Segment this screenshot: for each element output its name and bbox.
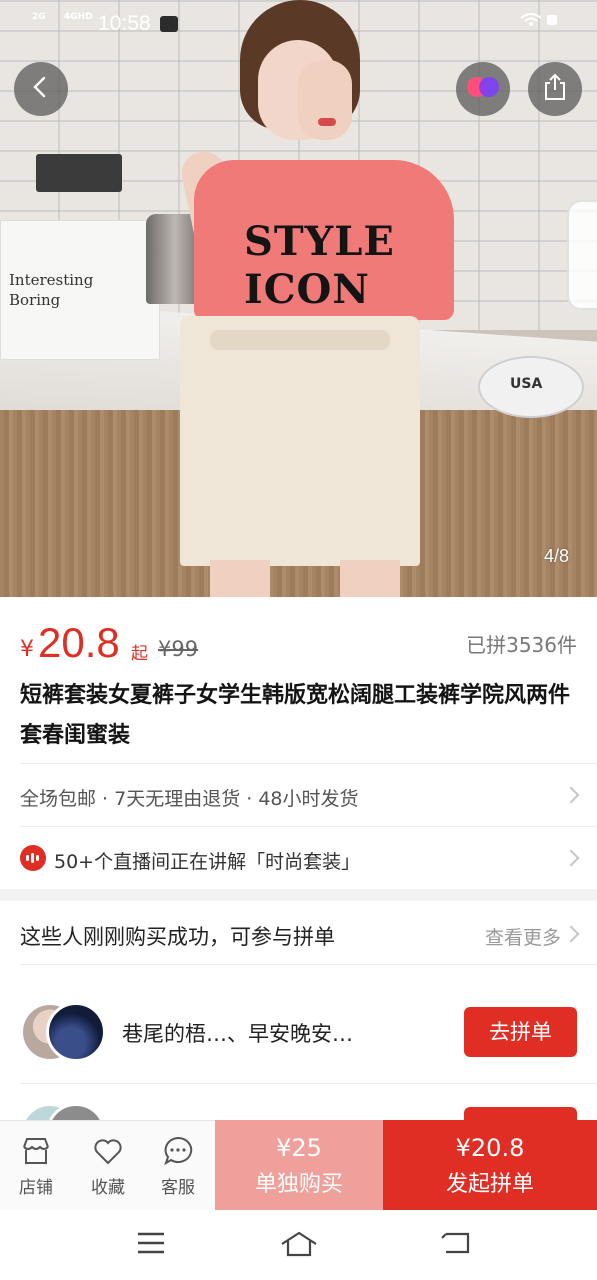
service-promises: 全场包邮 · 7天无理由退货 · 48小时发货 xyxy=(20,788,359,810)
group-buy-item: 巷尾的梧…、早安晚安… 去拼单 xyxy=(0,966,597,1084)
group-buy-title: 这些人刚刚购买成功，可参与拼单 xyxy=(20,925,335,949)
home-icon[interactable] xyxy=(280,1230,318,1262)
group-price: 20.8 xyxy=(38,619,120,666)
heart-icon xyxy=(78,1135,138,1167)
system-nav-bar xyxy=(0,1210,597,1280)
image-counter: 4/8 xyxy=(543,546,569,566)
chevron-left-icon xyxy=(29,75,53,103)
group-buy-header: 这些人刚刚购买成功，可参与拼单 查看更多 xyxy=(0,901,597,965)
model-lips xyxy=(318,118,336,126)
model-hand xyxy=(298,60,352,140)
live-brand-button[interactable] xyxy=(456,62,510,116)
share-button[interactable] xyxy=(528,62,582,116)
solo-label: 单独购买 xyxy=(254,1172,343,1197)
network-indicator: 2G xyxy=(32,12,46,22)
group-buy-price: ¥20.8 xyxy=(455,1134,525,1162)
model-leg xyxy=(340,560,400,597)
divider xyxy=(20,964,597,965)
solo-price: ¥25 xyxy=(276,1134,322,1162)
join-group-button[interactable]: 去拼单 xyxy=(464,1007,577,1057)
wifi-icon xyxy=(519,12,559,31)
avatar xyxy=(46,1002,106,1062)
status-bar: 2G 4GHD 10:58 xyxy=(0,0,597,48)
purse: USA xyxy=(478,356,584,418)
service-label: 客服 xyxy=(161,1178,195,1198)
shopping-bag: Interesting Boring xyxy=(0,220,160,360)
see-more-link[interactable]: 查看更多 xyxy=(485,923,561,950)
model-leg xyxy=(210,560,270,597)
start-group-buy-button[interactable]: ¥20.8 发起拼单 xyxy=(383,1120,597,1210)
group-member-names: 巷尾的梧…、早安晚安… xyxy=(122,1022,353,1046)
notification-icon xyxy=(160,16,178,32)
chat-icon xyxy=(148,1135,208,1167)
purse-text: USA xyxy=(510,376,543,392)
share-icon xyxy=(542,73,568,105)
price-row: ¥ 20.8 起 ¥99 已拼3536件 xyxy=(0,597,597,669)
live-stream-row[interactable]: 50+个直播间正在讲解「时尚套装」 xyxy=(0,827,597,889)
live-audio-icon xyxy=(20,845,46,871)
menu-icon[interactable] xyxy=(136,1230,166,1260)
brand-logo-icon xyxy=(465,73,501,105)
divider xyxy=(20,1083,597,1084)
cream-shorts xyxy=(180,316,420,566)
customer-service-button[interactable]: 客服 xyxy=(148,1135,208,1198)
section-separator xyxy=(0,889,597,901)
store-button[interactable]: 店铺 xyxy=(6,1135,66,1198)
sold-count: 已拼3536件 xyxy=(466,633,577,657)
group-buy-label: 发起拼单 xyxy=(445,1172,534,1197)
price-suffix: 起 xyxy=(131,644,148,664)
product-title: 短裤套装女夏裤子女学生韩版宽松阔腿工装裤学院风两件套春闺蜜装 xyxy=(20,683,571,748)
service-promises-row[interactable]: 全场包邮 · 7天无理由退货 · 48小时发货 xyxy=(0,764,597,826)
chevron-right-icon xyxy=(562,925,580,943)
tshirt-line-1: STYLE xyxy=(244,218,395,265)
original-price: ¥99 xyxy=(158,637,199,661)
tshirt-line-2: ICON xyxy=(244,266,370,313)
live-stream-text: 50+个直播间正在讲解「时尚套装」 xyxy=(54,851,361,873)
back-button[interactable] xyxy=(14,62,68,116)
wall-outlet xyxy=(36,154,122,192)
bag-text-2: Boring xyxy=(9,291,61,309)
chevron-right-icon xyxy=(562,786,580,804)
pink-tshirt: STYLE ICON xyxy=(194,160,454,320)
favorite-button[interactable]: 收藏 xyxy=(78,1135,138,1198)
side-swipe-hint[interactable] xyxy=(567,200,597,310)
bag-text-1: Interesting xyxy=(9,271,94,289)
store-icon xyxy=(6,1135,66,1167)
network-indicator-2: 4GHD xyxy=(64,12,93,22)
back-nav-icon[interactable] xyxy=(440,1230,470,1260)
price-currency: ¥ xyxy=(20,637,34,662)
shorts-belt xyxy=(210,330,390,350)
favorite-label: 收藏 xyxy=(91,1178,125,1198)
store-label: 店铺 xyxy=(19,1178,53,1198)
tshirt-print: STYLE ICON xyxy=(244,218,414,314)
model-figure: STYLE ICON xyxy=(150,0,454,597)
buy-alone-button[interactable]: ¥25 单独购买 xyxy=(215,1120,383,1210)
status-time: 10:58 xyxy=(98,12,151,35)
chevron-right-icon xyxy=(562,849,580,867)
